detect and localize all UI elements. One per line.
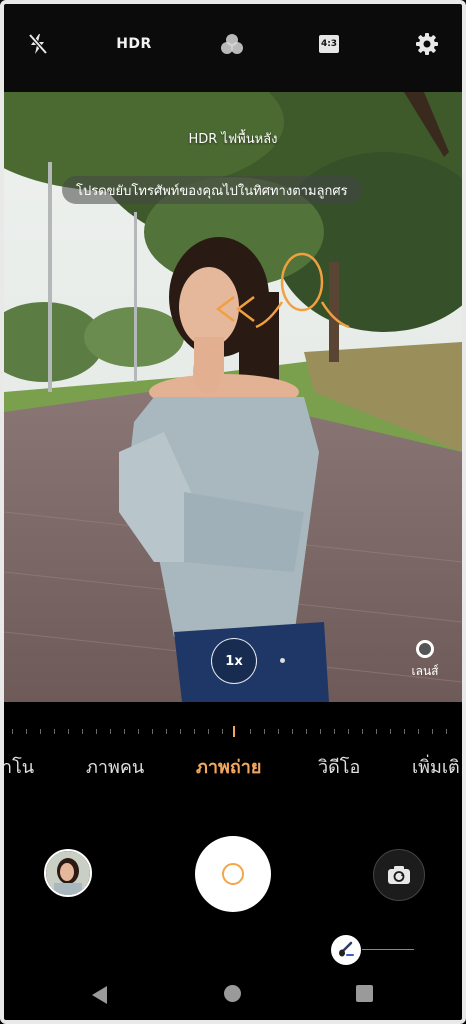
switch-camera-button[interactable] (373, 849, 425, 901)
filters-icon[interactable] (220, 33, 244, 55)
zoom-button[interactable]: 1x (211, 638, 257, 684)
beauty-brush-icon[interactable] (331, 935, 361, 965)
beauty-slider-track[interactable] (362, 949, 414, 950)
zoom-level-dot[interactable] (280, 658, 285, 663)
camera-top-bar: HDR 4:3 (0, 0, 466, 92)
gear-icon[interactable] (415, 32, 439, 56)
mode-portrait[interactable]: ภาพคน (86, 752, 144, 781)
lens-label: เลนส์ (411, 664, 439, 678)
direction-hint: โปรดขยับโทรศัพท์ของคุณไปในทิศทางตามลูกศร (62, 176, 362, 204)
home-icon[interactable] (224, 985, 241, 1002)
mode-video[interactable]: วิดีโอ (318, 752, 360, 781)
shutter-button[interactable] (195, 836, 271, 912)
recents-icon[interactable] (356, 985, 373, 1002)
back-icon[interactable] (92, 986, 107, 1004)
switch-camera-icon (388, 866, 410, 884)
hdr-button[interactable]: HDR (116, 36, 152, 52)
ratio-label: 4:3 (319, 35, 339, 53)
ruler-center-marker (233, 726, 235, 737)
mode-panorama[interactable]: าโน (2, 752, 34, 781)
lens-button[interactable]: เลนส์ (410, 640, 440, 688)
shutter-icon (222, 863, 244, 885)
gallery-thumbnail[interactable] (44, 849, 92, 897)
mode-photo[interactable]: ภาพถ่าย (196, 752, 261, 781)
hdr-backlight-hint: HDR ไฟพื้นหลัง (188, 132, 278, 147)
mode-scroll-ruler[interactable] (12, 726, 454, 737)
lens-icon (416, 640, 434, 658)
mode-more[interactable]: เพิ่มเติ (412, 752, 460, 781)
flash-off-icon[interactable] (27, 32, 49, 56)
aspect-ratio-button[interactable]: 4:3 (319, 35, 339, 53)
